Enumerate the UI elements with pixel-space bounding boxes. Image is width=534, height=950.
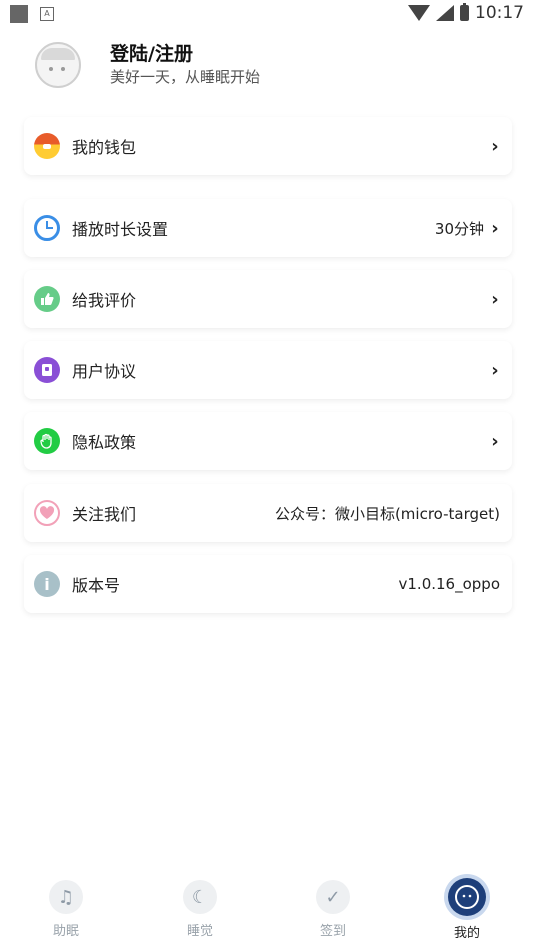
- menu-item-play-duration[interactable]: 播放时长设置 30分钟 ›: [24, 199, 512, 257]
- chevron-right-icon: ›: [491, 135, 499, 157]
- tab-label: 睡觉: [186, 924, 213, 939]
- signal-icon: [436, 5, 454, 21]
- menu-value: v1.0.16_oppo: [398, 575, 500, 593]
- login-register-title[interactable]: 登陆/注册: [110, 42, 260, 66]
- wifi-icon: [408, 5, 430, 21]
- chevron-right-icon: ›: [491, 430, 499, 452]
- bottom-tab-bar: ♫ 助眠 ☾ 睡觉 ✓ 签到 我的: [0, 878, 534, 950]
- menu-item-wallet[interactable]: 我的钱包 ›: [24, 117, 512, 175]
- notification-a-icon: A: [40, 7, 54, 21]
- menu-label: 版本号: [72, 576, 121, 595]
- menu-item-rate-us[interactable]: 给我评价 ›: [24, 270, 512, 328]
- battery-icon: [460, 3, 469, 21]
- checkin-inbox-icon: ✓: [316, 880, 350, 914]
- status-bar: A 10:17: [0, 0, 534, 28]
- info-icon: i: [34, 571, 60, 597]
- thumbs-up-icon: [34, 286, 60, 312]
- wallet-icon: [34, 133, 60, 159]
- tab-label: 我的: [453, 926, 480, 941]
- document-icon: [34, 357, 60, 383]
- avatar[interactable]: [35, 42, 81, 88]
- menu-label: 播放时长设置: [72, 220, 169, 239]
- music-note-icon: ♫: [49, 880, 83, 914]
- profile-header[interactable]: 登陆/注册 美好一天，从睡眠开始: [35, 42, 260, 88]
- menu-item-privacy-policy[interactable]: 隐私政策 ›: [24, 412, 512, 470]
- menu-label: 隐私政策: [72, 433, 137, 452]
- status-time: 10:17: [475, 3, 524, 23]
- menu-label: 关注我们: [72, 505, 137, 524]
- menu-label: 用户协议: [72, 362, 137, 381]
- menu-item-user-agreement[interactable]: 用户协议 ›: [24, 341, 512, 399]
- chevron-right-icon: ›: [491, 359, 499, 381]
- notification-square-icon: [10, 5, 28, 23]
- tab-sleep[interactable]: ☾ 睡觉: [160, 880, 240, 939]
- profile-face-icon: [448, 878, 486, 916]
- menu-label: 我的钱包: [72, 138, 137, 157]
- heart-icon: [34, 500, 60, 526]
- chevron-right-icon: ›: [491, 217, 499, 239]
- tab-checkin[interactable]: ✓ 签到: [293, 880, 373, 939]
- tab-sleep-aid[interactable]: ♫ 助眠: [26, 880, 106, 939]
- tab-mine[interactable]: 我的: [427, 878, 507, 941]
- hand-icon: [34, 428, 60, 454]
- chevron-right-icon: ›: [491, 288, 499, 310]
- tab-label: 签到: [319, 924, 346, 939]
- menu-value: 公众号：微小目标(micro-target): [274, 504, 500, 523]
- menu-item-version: i 版本号 v1.0.16_oppo: [24, 555, 512, 613]
- profile-subtitle: 美好一天，从睡眠开始: [110, 68, 261, 86]
- menu-value: 30分钟: [434, 219, 484, 238]
- menu-item-follow-us[interactable]: 关注我们 公众号：微小目标(micro-target): [24, 484, 512, 542]
- tab-label: 助眠: [52, 924, 79, 939]
- clock-icon: [34, 215, 60, 241]
- menu-label: 给我评价: [72, 291, 137, 310]
- sleep-moon-icon: ☾: [183, 880, 217, 914]
